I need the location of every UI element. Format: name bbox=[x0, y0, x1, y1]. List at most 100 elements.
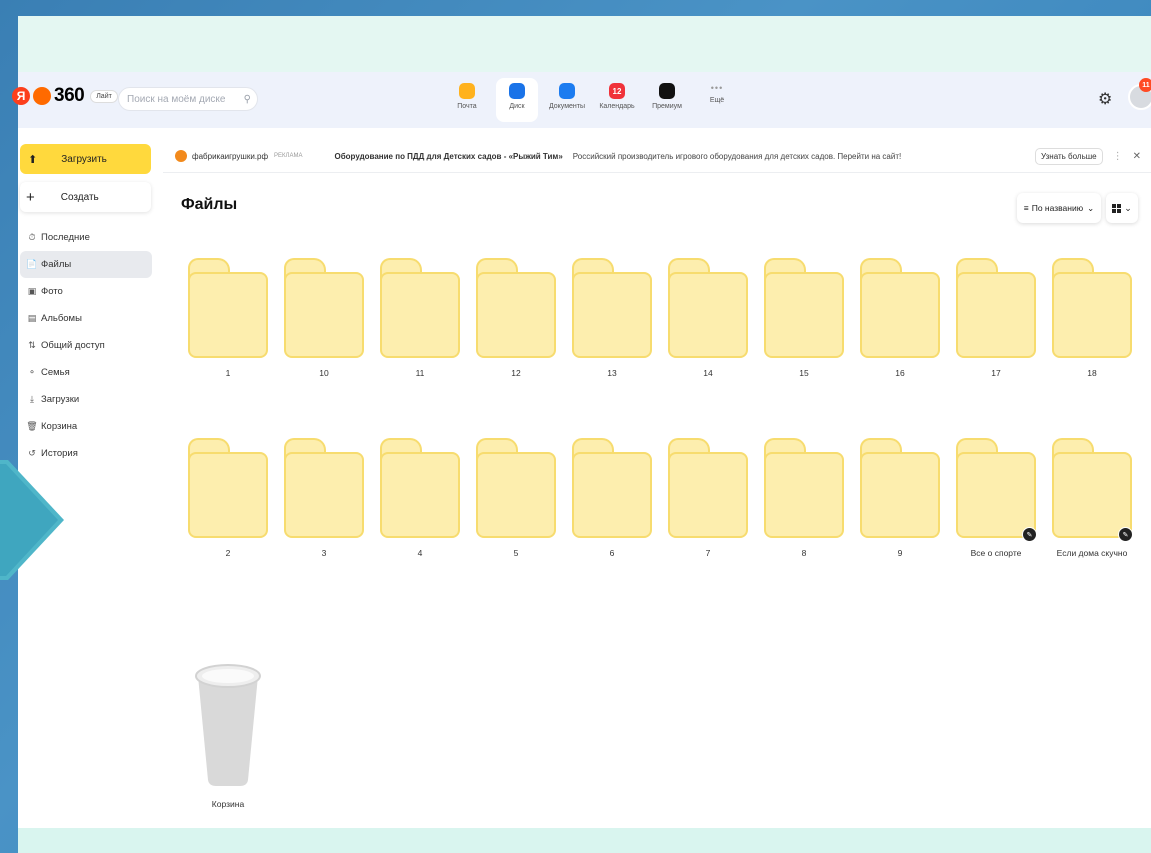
sidebar-item-share[interactable]: ⇅ Общий доступ bbox=[20, 332, 152, 359]
disk-icon bbox=[509, 83, 525, 99]
folder-item[interactable]: 3 bbox=[276, 438, 372, 588]
folder-name: 18 bbox=[1087, 368, 1097, 378]
sort-icon: ≡ bbox=[1023, 203, 1029, 213]
calendar-icon: 12 bbox=[609, 83, 625, 99]
folder-name: 12 bbox=[511, 368, 521, 378]
ad-text: Российский производитель игрового оборуд… bbox=[572, 151, 902, 161]
folder-icon bbox=[572, 258, 652, 358]
docs-icon bbox=[559, 83, 575, 99]
folder-item[interactable]: 12 bbox=[468, 258, 564, 408]
folder-item[interactable]: 17 bbox=[948, 258, 1044, 408]
premium-icon bbox=[659, 83, 675, 99]
search-input[interactable] bbox=[125, 92, 239, 106]
folder-icon bbox=[1052, 438, 1132, 538]
sidebar-item-file[interactable]: 📄 Файлы bbox=[20, 251, 152, 278]
trash-label: Корзина bbox=[211, 799, 245, 809]
folder-icon bbox=[764, 438, 844, 538]
folder-item[interactable]: 15 bbox=[756, 258, 852, 408]
folder-name: 14 bbox=[703, 368, 713, 378]
folder-item[interactable]: 14 bbox=[660, 258, 756, 408]
ad-title[interactable]: Оборудование по ПДД для Детских садов - … bbox=[335, 152, 563, 161]
yandex-360-logo[interactable]: Я 360 Лайт bbox=[12, 85, 118, 107]
plus-icon: + bbox=[26, 188, 35, 206]
folder-item[interactable]: ✎ Если дома скучно bbox=[1044, 438, 1140, 588]
page-title: Файлы bbox=[181, 196, 238, 213]
trash-item[interactable]: Корзина bbox=[188, 654, 268, 814]
service-label: Документы bbox=[548, 103, 586, 110]
folder-item[interactable]: 18 bbox=[1044, 258, 1140, 408]
ad-banner[interactable]: фабрикаигрушки.рф РЕКЛАМА Оборудование п… bbox=[163, 140, 1151, 173]
sidebar-item-family[interactable]: ⚬ Семья bbox=[20, 359, 152, 386]
search-box[interactable]: ⚲ bbox=[118, 87, 258, 111]
view-toggle-button[interactable]: ⌄ bbox=[1106, 193, 1138, 223]
sidebar-item-download[interactable]: ⤓ Загрузки bbox=[20, 386, 152, 413]
folder-item[interactable]: 8 bbox=[756, 438, 852, 588]
lite-badge: Лайт bbox=[90, 89, 118, 103]
folder-icon bbox=[188, 438, 268, 538]
service-label: Диск bbox=[509, 103, 525, 110]
grid-view-icon bbox=[1112, 203, 1122, 213]
folder-icon bbox=[380, 258, 460, 358]
frame-bottom-strip bbox=[18, 828, 1151, 853]
upload-button[interactable]: ⬆ Загрузить bbox=[20, 144, 151, 174]
sidebar-item-label: Загрузки bbox=[41, 394, 80, 405]
service-docs[interactable]: Документы bbox=[546, 78, 588, 122]
folder-item[interactable]: 7 bbox=[660, 438, 756, 588]
more-icon: ••• bbox=[710, 83, 724, 93]
more-vertical-icon[interactable]: ⋮ bbox=[1113, 151, 1123, 162]
folder-name: 2 bbox=[225, 548, 231, 558]
folder-item[interactable]: 1 bbox=[180, 258, 276, 408]
gear-icon[interactable]: ⚙ bbox=[1098, 89, 1112, 109]
sidebar-item-label: Файлы bbox=[41, 259, 72, 270]
ad-domain[interactable]: фабрикаигрушки.рф bbox=[192, 152, 268, 161]
folder-item[interactable]: ✎ Все о спорте bbox=[948, 438, 1044, 588]
sidebar-item-label: Общий доступ bbox=[41, 340, 105, 351]
folder-icon bbox=[860, 438, 940, 538]
folder-item[interactable]: 16 bbox=[852, 258, 948, 408]
folder-item[interactable]: 9 bbox=[852, 438, 948, 588]
folder-name: 8 bbox=[801, 548, 807, 558]
folder-icon bbox=[284, 438, 364, 538]
sidebar-item-clock[interactable]: ⏱ Последние bbox=[20, 224, 152, 251]
folder-icon bbox=[668, 438, 748, 538]
service-calendar[interactable]: 12 Календарь bbox=[596, 78, 638, 122]
folder-item[interactable]: 13 bbox=[564, 258, 660, 408]
sidebar-item-album[interactable]: ▤ Альбомы bbox=[20, 305, 152, 332]
folder-name: 17 bbox=[991, 368, 1001, 378]
sidebar-item-label: История bbox=[41, 448, 78, 459]
folder-item[interactable]: 11 bbox=[372, 258, 468, 408]
folder-icon bbox=[668, 258, 748, 358]
folder-name: 3 bbox=[321, 548, 327, 558]
folder-item[interactable]: 6 bbox=[564, 438, 660, 588]
sort-button[interactable]: ≡ По названию ⌄ bbox=[1017, 193, 1101, 223]
folder-item[interactable]: 5 bbox=[468, 438, 564, 588]
folder-name: 11 bbox=[415, 368, 425, 378]
create-button[interactable]: + Создать bbox=[20, 182, 151, 212]
file-icon: 📄 bbox=[26, 259, 38, 269]
folder-name: 4 bbox=[417, 548, 423, 558]
service-disk[interactable]: Диск bbox=[496, 78, 538, 122]
folder-name: 15 bbox=[799, 368, 809, 378]
folder-item[interactable]: 10 bbox=[276, 258, 372, 408]
shared-link-icon: ✎ bbox=[1118, 527, 1133, 542]
folder-item[interactable]: 2 bbox=[180, 438, 276, 588]
service-premium[interactable]: Премиум bbox=[646, 78, 688, 122]
search-icon[interactable]: ⚲ bbox=[244, 94, 251, 105]
yandex-logo-icon: Я bbox=[12, 87, 30, 105]
notification-badge: 11 bbox=[1139, 78, 1151, 92]
folder-name: 13 bbox=[607, 368, 617, 378]
chevron-down-icon: ⌄ bbox=[1124, 202, 1132, 213]
folder-icon bbox=[956, 258, 1036, 358]
sidebar-item-trash[interactable]: 🗑 Корзина bbox=[20, 413, 152, 440]
close-icon[interactable]: ✕ bbox=[1133, 151, 1141, 162]
service-more[interactable]: ••• Ещё bbox=[696, 78, 738, 122]
service-mail[interactable]: Почта bbox=[446, 78, 488, 122]
folder-name: 9 bbox=[897, 548, 903, 558]
folder-item[interactable]: 4 bbox=[372, 438, 468, 588]
ad-learn-more-button[interactable]: Узнать больше bbox=[1035, 147, 1103, 165]
folder-icon bbox=[956, 438, 1036, 538]
photo-icon: ▣ bbox=[27, 286, 37, 296]
sidebar-item-photo[interactable]: ▣ Фото bbox=[20, 278, 152, 305]
folder-icon bbox=[380, 438, 460, 538]
chevron-down-icon: ⌄ bbox=[1087, 202, 1095, 213]
